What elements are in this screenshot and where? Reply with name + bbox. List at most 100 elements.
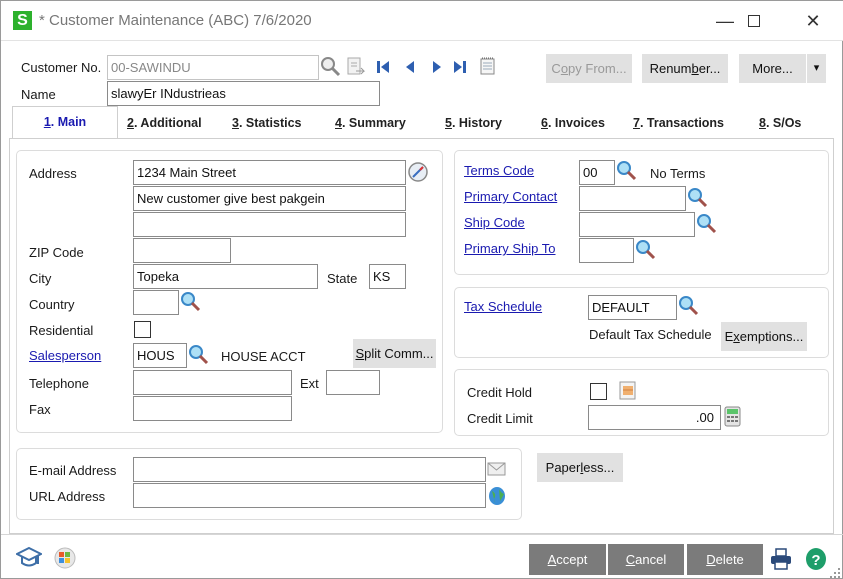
telephone-input[interactable] bbox=[133, 370, 292, 395]
tab-label: . Statistics bbox=[238, 116, 302, 130]
search-icon[interactable] bbox=[320, 56, 342, 78]
accept-button[interactable]: Accept bbox=[529, 544, 606, 575]
svg-text:?: ? bbox=[811, 552, 820, 569]
tab-transactions[interactable]: 7. Transactions bbox=[633, 108, 724, 138]
tab-hotkey: 2 bbox=[127, 116, 134, 130]
maximize-button[interactable] bbox=[742, 9, 766, 33]
tab-additional[interactable]: 2. Additional bbox=[127, 108, 202, 138]
delete-label-post: elete bbox=[715, 552, 744, 567]
tax-schedule-input[interactable]: DEFAULT bbox=[588, 295, 677, 320]
state-input[interactable]: KS bbox=[369, 264, 406, 289]
exemptions-button[interactable]: Exemptions... bbox=[721, 322, 807, 351]
address-line3-input[interactable] bbox=[133, 212, 406, 237]
fax-input[interactable] bbox=[133, 396, 292, 421]
tab-label: . Main bbox=[50, 115, 87, 129]
primary-ship-to-input[interactable] bbox=[579, 238, 634, 263]
split-commission-button[interactable]: Split Comm... bbox=[353, 339, 436, 368]
address-line2-input[interactable]: New customer give best pakgein bbox=[133, 186, 406, 211]
tab-history[interactable]: 5. History bbox=[445, 108, 502, 138]
tax-schedule-link[interactable]: Tax Schedule bbox=[464, 299, 542, 314]
training-graduation-cap-icon[interactable] bbox=[16, 546, 42, 570]
primary-ship-to-link[interactable]: Primary Ship To bbox=[464, 241, 556, 256]
help-icon[interactable]: ? bbox=[804, 546, 828, 572]
more-dropdown-button[interactable]: ▾ bbox=[807, 54, 826, 83]
tab-statistics[interactable]: 3. Statistics bbox=[232, 108, 301, 138]
terms-code-input[interactable]: 00 bbox=[579, 160, 615, 185]
ship-code-lookup-icon[interactable] bbox=[696, 213, 718, 235]
credit-hold-memo-icon[interactable] bbox=[619, 381, 637, 401]
name-input[interactable]: slawyEr INdustrieas bbox=[107, 81, 380, 106]
exemptions-label-post: emptions... bbox=[739, 329, 804, 344]
terms-description: No Terms bbox=[650, 166, 706, 181]
previous-record-icon[interactable] bbox=[403, 59, 417, 75]
cancel-button[interactable]: Cancel bbox=[608, 544, 684, 575]
renumber-label-pre: Renum bbox=[649, 61, 692, 76]
windows-logo-icon[interactable] bbox=[53, 546, 77, 570]
close-button[interactable]: ✕ bbox=[801, 9, 825, 33]
primary-contact-lookup-icon[interactable] bbox=[687, 187, 709, 209]
tab-label: . Summary bbox=[341, 116, 406, 130]
print-icon[interactable] bbox=[769, 547, 793, 571]
salesperson-link[interactable]: Salesperson bbox=[29, 348, 101, 363]
window-title: * Customer Maintenance (ABC) 7/6/2020 bbox=[39, 12, 312, 29]
tab-label: . Invoices bbox=[547, 116, 605, 130]
compass-map-icon[interactable] bbox=[407, 161, 429, 183]
cancel-label-hotkey: C bbox=[625, 552, 636, 567]
credit-hold-checkbox[interactable] bbox=[590, 383, 607, 400]
primary-contact-input[interactable] bbox=[579, 186, 686, 211]
country-lookup-icon[interactable] bbox=[180, 291, 202, 313]
ship-code-input[interactable] bbox=[579, 212, 695, 237]
email-envelope-icon[interactable] bbox=[487, 461, 507, 477]
title-bar: S * Customer Maintenance (ABC) 7/6/2020 … bbox=[1, 1, 843, 41]
tab-main[interactable]: 1. Main bbox=[12, 106, 118, 138]
copy-from-button[interactable]: Copy From... bbox=[546, 54, 632, 83]
document-transfer-icon[interactable] bbox=[346, 57, 366, 77]
tab-label: . Transactions bbox=[639, 116, 725, 130]
ext-input[interactable] bbox=[326, 370, 380, 395]
primary-contact-link[interactable]: Primary Contact bbox=[464, 189, 557, 204]
zip-code-input[interactable] bbox=[133, 238, 231, 263]
customer-no-input[interactable]: 00-SAWINDU bbox=[107, 55, 319, 80]
salesperson-input[interactable]: HOUS bbox=[133, 343, 187, 368]
last-record-icon[interactable] bbox=[452, 59, 468, 75]
tax-schedule-description: Default Tax Schedule bbox=[589, 327, 712, 342]
exemptions-label-pre: E bbox=[724, 329, 734, 344]
salesperson-lookup-icon[interactable] bbox=[188, 344, 210, 366]
credit-limit-input[interactable]: .00 bbox=[588, 405, 721, 430]
notes-icon[interactable] bbox=[480, 57, 496, 75]
minimize-button[interactable]: — bbox=[713, 9, 737, 33]
primary-ship-to-lookup-icon[interactable] bbox=[635, 239, 657, 261]
more-button[interactable]: More... bbox=[739, 54, 806, 83]
calculator-icon[interactable] bbox=[724, 406, 742, 428]
country-label: Country bbox=[29, 297, 75, 312]
city-input[interactable]: Topeka bbox=[133, 264, 318, 289]
tab-hotkey: 1 bbox=[43, 115, 51, 129]
globe-icon[interactable] bbox=[487, 485, 507, 507]
paperless-button[interactable]: Paperless... bbox=[537, 453, 623, 482]
terms-code-link[interactable]: Terms Code bbox=[464, 163, 534, 178]
tab-invoices[interactable]: 6. Invoices bbox=[541, 108, 605, 138]
tax-schedule-lookup-icon[interactable] bbox=[678, 295, 700, 317]
address-line1-input[interactable]: 1234 Main Street bbox=[133, 160, 406, 185]
ship-code-link[interactable]: Ship Code bbox=[464, 215, 525, 230]
customer-no-label: Customer No. bbox=[21, 60, 102, 75]
salesperson-name: HOUSE ACCT bbox=[221, 349, 306, 364]
first-record-icon[interactable] bbox=[375, 59, 391, 75]
renumber-button[interactable]: Renumber... bbox=[642, 54, 728, 83]
delete-button[interactable]: Delete bbox=[687, 544, 763, 575]
residential-label: Residential bbox=[29, 323, 94, 338]
tab-hotkey: 4 bbox=[335, 116, 342, 130]
renumber-label-post: er... bbox=[698, 61, 721, 76]
tab-summary[interactable]: 4. Summary bbox=[335, 108, 406, 138]
country-input[interactable] bbox=[133, 290, 179, 315]
cancel-label-post: ancel bbox=[635, 552, 667, 567]
url-address-label: URL Address bbox=[29, 489, 106, 504]
email-address-input[interactable] bbox=[133, 457, 486, 482]
terms-lookup-icon[interactable] bbox=[616, 160, 638, 182]
residential-checkbox[interactable] bbox=[134, 321, 151, 338]
next-record-icon[interactable] bbox=[430, 59, 444, 75]
resize-grip-icon[interactable] bbox=[830, 566, 842, 578]
url-address-input[interactable] bbox=[133, 483, 486, 508]
tab-hotkey: 6 bbox=[541, 116, 548, 130]
tab-sos[interactable]: 8. S/Os bbox=[759, 108, 801, 138]
